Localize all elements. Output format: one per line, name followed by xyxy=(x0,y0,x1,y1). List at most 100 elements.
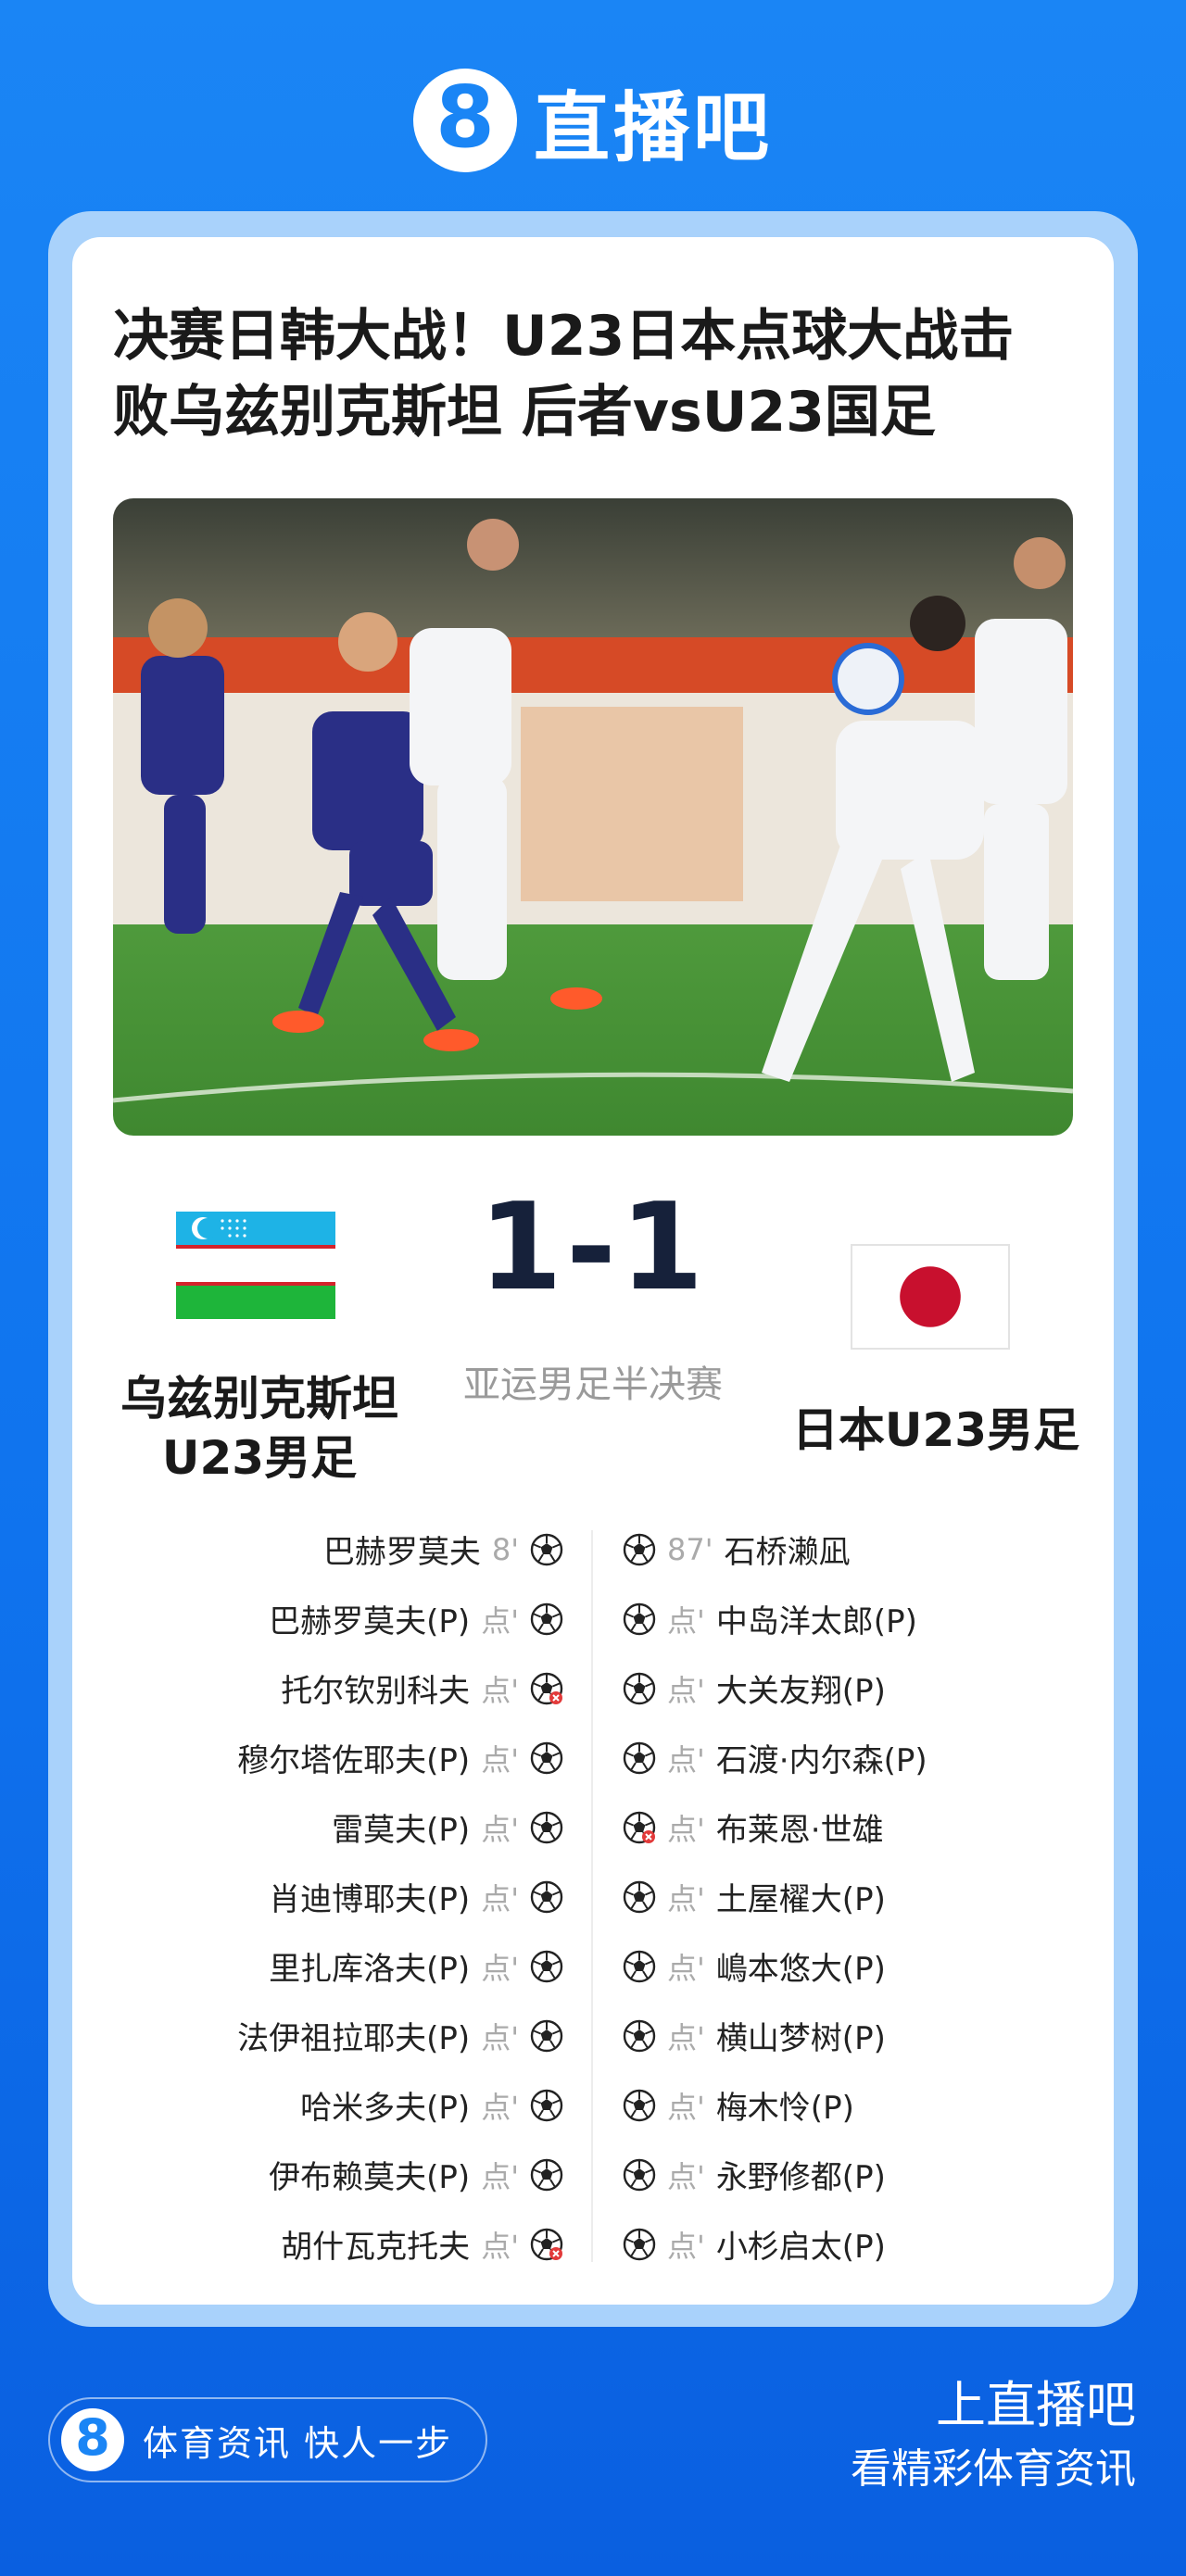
event-time: 点' xyxy=(667,1602,705,1639)
home-event: 托尔钦别科夫 点' xyxy=(281,1653,563,1723)
home-team-name: 乌兹别克斯坦 U23男足 xyxy=(93,1369,426,1488)
event-time: 点' xyxy=(481,2158,519,2194)
brand-name: 直播吧 xyxy=(533,83,773,172)
away-team-name: 日本U23男足 xyxy=(791,1403,1080,1457)
event-time: 点' xyxy=(481,1880,519,1916)
event-row: 胡什瓦克托夫 点' 点' 小杉启太(P) xyxy=(0,2209,1186,2279)
event-player: 横山梦树(P) xyxy=(715,2020,886,2057)
away-event: 点' 小杉启太(P) xyxy=(623,2209,886,2279)
event-row: 法伊祖拉耶夫(P) 点' 点' 横山梦树(P) xyxy=(0,2001,1186,2070)
headline: 决赛日韩大战！U23日本点球大战击 败乌兹别克斯坦 后者vsU23国足 xyxy=(113,298,1077,450)
event-player: 巴赫罗莫夫(P) xyxy=(269,1603,471,1640)
event-time: 点' xyxy=(667,2019,705,2055)
event-player: 大关友翔(P) xyxy=(715,1673,886,1710)
event-row: 巴赫罗莫夫 8' 87' 石桥濑凪 xyxy=(0,1514,1186,1584)
match-stage: 亚运男足半决赛 xyxy=(463,1363,723,1406)
home-event: 法伊祖拉耶夫(P) 点' xyxy=(237,2001,563,2070)
event-row: 伊布赖莫夫(P) 点' 点' 永野修都(P) xyxy=(0,2140,1186,2209)
event-player: 布莱恩·世雄 xyxy=(715,1812,884,1849)
event-time: 点' xyxy=(481,1602,519,1639)
event-player: 小杉启太(P) xyxy=(715,2229,886,2266)
event-time: 点' xyxy=(667,1880,705,1916)
goal-ball-icon xyxy=(623,1880,656,1913)
home-event: 雷莫夫(P) 点' xyxy=(332,1792,563,1862)
event-row: 肖迪博耶夫(P) 点' 点' 土屋櫂大(P) xyxy=(0,1862,1186,1931)
event-time: 点' xyxy=(481,1811,519,1847)
event-time: 87' xyxy=(667,1531,713,1567)
footer-slogan-pill: 8 体育资讯 快人一步 xyxy=(48,2397,487,2482)
event-time: 点' xyxy=(667,1811,705,1847)
home-team-name-line-1: 乌兹别克斯坦 xyxy=(120,1372,398,1426)
goal-ball-icon xyxy=(623,2089,656,2121)
away-event: 点' 梅木怜(P) xyxy=(623,2070,854,2140)
event-time: 点' xyxy=(481,2019,519,2055)
event-player: 肖迪博耶夫(P) xyxy=(269,1881,471,1918)
event-player: 石渡·内尔森(P) xyxy=(715,1742,927,1779)
headline-line-2: 败乌兹别克斯坦 后者vsU23国足 xyxy=(113,380,936,445)
event-row: 里扎库洛夫(P) 点' 点' 嶋本悠大(P) xyxy=(0,1931,1186,2001)
goal-ball-icon xyxy=(530,2019,563,2052)
footer-cta-line-1: 上直播吧 xyxy=(936,2376,1136,2434)
japan-flag-icon xyxy=(851,1244,1010,1350)
goal-ball-icon xyxy=(623,2158,656,2191)
footer-logo-text: 8 xyxy=(75,2408,110,2467)
event-time: 点' xyxy=(667,1741,705,1778)
goal-ball-icon xyxy=(530,2089,563,2121)
event-row: 巴赫罗莫夫(P) 点' 点' 中岛洋太郎(P) xyxy=(0,1584,1186,1653)
goal-ball-icon xyxy=(623,1741,656,1774)
goal-ball-icon xyxy=(623,1950,656,1982)
away-event: 点' 横山梦树(P) xyxy=(623,2001,886,2070)
home-event: 胡什瓦克托夫 点' xyxy=(281,2209,563,2279)
event-time: 点' xyxy=(667,2089,705,2125)
match-photo xyxy=(113,498,1073,1136)
away-event: 点' 布莱恩·世雄 xyxy=(623,1792,884,1862)
home-event: 里扎库洛夫(P) 点' xyxy=(269,1931,563,2001)
event-player: 胡什瓦克托夫 xyxy=(281,2229,471,2266)
logo-badge-text: 8 xyxy=(435,68,495,167)
missed-penalty-icon xyxy=(530,1672,563,1704)
brand-header: 8 直播吧 xyxy=(0,67,1186,174)
match-photo-image xyxy=(113,498,1073,1136)
event-player: 雷莫夫(P) xyxy=(332,1812,471,1849)
missed-penalty-icon xyxy=(530,2228,563,2260)
goal-ball-icon xyxy=(530,1811,563,1843)
event-time: 8' xyxy=(491,1531,519,1567)
event-player: 中岛洋太郎(P) xyxy=(715,1603,917,1640)
event-player: 梅木怜(P) xyxy=(715,2090,854,2127)
event-player: 法伊祖拉耶夫(P) xyxy=(237,2020,471,2057)
event-time: 点' xyxy=(481,2089,519,2125)
event-time: 点' xyxy=(481,2228,519,2264)
goal-ball-icon xyxy=(623,2019,656,2052)
goal-ball-icon xyxy=(530,2158,563,2191)
event-row: 雷莫夫(P) 点' 点' 布莱恩·世雄 xyxy=(0,1792,1186,1862)
goal-ball-icon xyxy=(623,1533,656,1565)
headline-line-1: 决赛日韩大战！U23日本点球大战击 xyxy=(113,304,1015,369)
logo-icon: 8 xyxy=(412,68,517,172)
goal-ball-icon xyxy=(623,1602,656,1635)
event-player: 永野修都(P) xyxy=(715,2159,886,2196)
goal-ball-icon xyxy=(623,1672,656,1704)
event-player: 里扎库洛夫(P) xyxy=(269,1951,471,1988)
match-events: 巴赫罗莫夫 8' 87' 石桥濑凪巴赫罗莫夫(P) 点' 点' 中岛洋太郎(P) 托尔钦别科夫… xyxy=(0,1514,1186,2279)
away-event: 点' 中岛洋太郎(P) xyxy=(623,1584,917,1653)
home-event: 巴赫罗莫夫(P) 点' xyxy=(269,1584,563,1653)
away-event: 点' 大关友翔(P) xyxy=(623,1653,886,1723)
event-time: 点' xyxy=(481,1950,519,1986)
footer-slogan: 体育资讯 快人一步 xyxy=(143,2422,453,2464)
goal-ball-icon xyxy=(530,1533,563,1565)
missed-penalty-icon xyxy=(623,1811,656,1843)
home-team-name-line-2: U23男足 xyxy=(161,1431,358,1485)
event-row: 托尔钦别科夫 点' 点' 大关友翔(P) xyxy=(0,1653,1186,1723)
home-event: 伊布赖莫夫(P) 点' xyxy=(269,2140,563,2209)
goal-ball-icon xyxy=(530,1602,563,1635)
home-event: 巴赫罗莫夫 8' xyxy=(323,1514,563,1584)
event-player: 嶋本悠大(P) xyxy=(715,1951,886,1988)
away-event: 点' 永野修都(P) xyxy=(623,2140,886,2209)
away-event: 87' 石桥濑凪 xyxy=(623,1514,851,1584)
event-row: 穆尔塔佐耶夫(P) 点' 点' 石渡·内尔森(P) xyxy=(0,1723,1186,1792)
away-event: 点' 土屋櫂大(P) xyxy=(623,1862,886,1931)
event-time: 点' xyxy=(481,1741,519,1778)
event-player: 哈米多夫(P) xyxy=(300,2090,471,2127)
footer-cta: 上直播吧 看精彩体育资讯 xyxy=(851,2371,1136,2499)
event-player: 伊布赖莫夫(P) xyxy=(269,2159,471,2196)
